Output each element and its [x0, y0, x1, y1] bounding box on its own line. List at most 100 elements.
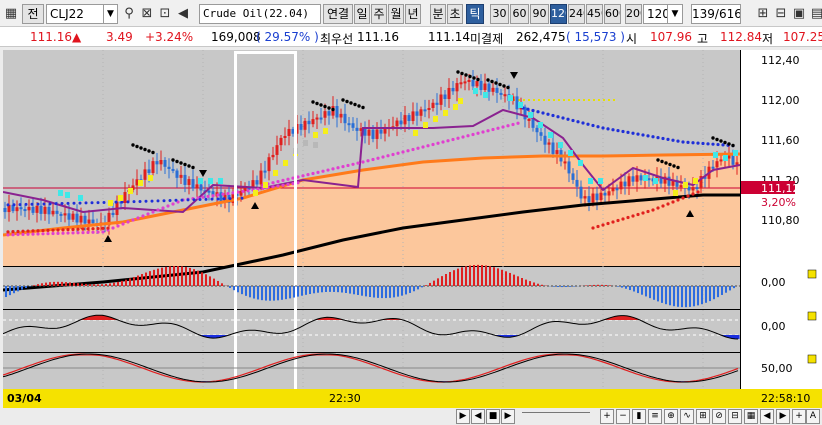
- indicator-button[interactable]: ≡: [648, 409, 662, 424]
- grid-button[interactable]: ▦: [744, 409, 758, 424]
- zoom-slider[interactable]: [522, 412, 590, 420]
- speaker-icon[interactable]: ◀: [174, 4, 192, 24]
- expand-icon[interactable]: ⊞: [754, 4, 772, 24]
- compare-button[interactable]: ⊘: [712, 409, 726, 424]
- best-ask: 111.16: [357, 30, 399, 44]
- indicator-dot: [536, 110, 540, 114]
- candle-body: [31, 206, 35, 213]
- indicator-dot: [126, 220, 130, 224]
- candle-body: [179, 174, 183, 178]
- histogram-bar: [229, 286, 231, 288]
- chart-settings-icon[interactable]: ▦: [2, 4, 20, 24]
- indicator-dot: [56, 231, 60, 235]
- candle-body: [427, 107, 431, 110]
- histogram-bar: [677, 286, 679, 307]
- interval-450[interactable]: 450: [586, 4, 603, 24]
- play-button[interactable]: ▶: [456, 409, 470, 424]
- histogram-bar: [417, 286, 419, 290]
- candle-body: [63, 213, 67, 216]
- histogram-bar: [269, 286, 271, 301]
- link-icon[interactable]: ⊠: [138, 4, 156, 24]
- indicator-dot: [286, 177, 290, 181]
- signal-square: [723, 155, 728, 161]
- tab-tick[interactable]: 틱: [466, 4, 484, 24]
- interval-60[interactable]: 60: [510, 4, 529, 24]
- tab-year[interactable]: 년: [405, 4, 421, 24]
- time-label: 22:30: [329, 392, 361, 405]
- indicator-dot: [460, 71, 464, 76]
- chart-type-button[interactable]: ▮: [632, 409, 646, 424]
- print-icon[interactable]: ⊟: [772, 4, 790, 24]
- tab-day[interactable]: 일: [354, 4, 370, 24]
- input-mode-button[interactable]: 전: [22, 4, 44, 24]
- indicator-dot: [101, 230, 105, 234]
- pane-1-toggle-icon[interactable]: [807, 269, 817, 279]
- indicator-dot: [36, 232, 40, 236]
- save-icon[interactable]: ▣: [790, 4, 808, 24]
- indicator-dot: [481, 130, 485, 134]
- candle-body: [527, 118, 531, 121]
- symbol-dropdown-icon[interactable]: ▼: [103, 4, 118, 24]
- indicator-dot: [586, 122, 590, 126]
- tab-second[interactable]: 초: [447, 4, 463, 24]
- pane-3-toggle-icon[interactable]: [807, 354, 817, 364]
- scroll-right-button[interactable]: ▶: [776, 409, 790, 424]
- histogram-bar: [249, 286, 251, 298]
- signal-square: [283, 160, 288, 166]
- indicator-dot: [201, 195, 205, 199]
- tab-week[interactable]: 주: [371, 4, 387, 24]
- reset-button[interactable]: +: [792, 409, 806, 424]
- scroll-left-button[interactable]: ◀: [760, 409, 774, 424]
- histogram-bar: [321, 286, 323, 293]
- histogram-bar: [461, 267, 463, 286]
- tab-month[interactable]: 월: [388, 4, 404, 24]
- lock-icon[interactable]: ⊡: [156, 4, 174, 24]
- pane-2-toggle-icon[interactable]: [807, 311, 817, 321]
- stop-button[interactable]: ■: [486, 409, 500, 424]
- tab-minute[interactable]: 분: [430, 4, 446, 24]
- fast-forward-button[interactable]: ▶: [501, 409, 515, 424]
- current-price: 111.16▲: [30, 30, 82, 44]
- layout-button[interactable]: ⊟: [728, 409, 742, 424]
- candle-body: [615, 188, 619, 191]
- tools-button[interactable]: ∿: [680, 409, 694, 424]
- candle-body: [415, 111, 419, 116]
- indicator-dot: [315, 101, 319, 106]
- interval-200[interactable]: 200: [625, 4, 642, 24]
- indicator-dot: [54, 202, 58, 206]
- indicator-dot: [161, 206, 165, 210]
- indicator-dot: [66, 201, 70, 205]
- indicator-dot: [150, 199, 154, 203]
- search-icon[interactable]: ⚲: [120, 4, 138, 24]
- scroll-button[interactable]: ⊞: [696, 409, 710, 424]
- interval-120[interactable]: 120: [550, 4, 567, 24]
- interval-30[interactable]: 30: [490, 4, 509, 24]
- price-change: 3.49: [106, 30, 133, 44]
- indicator-dot: [306, 173, 310, 177]
- tab-connect[interactable]: 연결: [323, 4, 353, 24]
- histogram-bar: [325, 286, 327, 293]
- interval-90[interactable]: 90: [530, 4, 549, 24]
- font-button[interactable]: A: [806, 409, 820, 424]
- zoom-out-button[interactable]: −: [616, 409, 630, 424]
- count-dropdown-icon[interactable]: ▼: [667, 4, 683, 24]
- interval-600[interactable]: 600: [604, 4, 621, 24]
- signal-square: [528, 112, 533, 118]
- histogram-bar: [37, 284, 39, 286]
- indicator-dot: [6, 230, 10, 234]
- indicator-dot: [226, 191, 230, 196]
- instrument-name-field[interactable]: Crude Oil(22.04): [199, 4, 321, 24]
- draw-button[interactable]: ⊕: [664, 409, 678, 424]
- price-chart[interactable]: 112,40 112,00 111,60 111,20 110,80 111,1…: [2, 50, 822, 409]
- interval-240[interactable]: 240: [568, 4, 585, 24]
- indicator-dot: [656, 206, 660, 210]
- step-back-button[interactable]: ◀: [471, 409, 485, 424]
- histogram-bar: [477, 264, 479, 286]
- zoom-in-button[interactable]: +: [600, 409, 614, 424]
- indicator-dot: [456, 70, 460, 74]
- histogram-bar: [685, 286, 687, 308]
- config-icon[interactable]: ▤: [808, 4, 822, 24]
- candle-body: [187, 179, 191, 185]
- indicator-dot: [271, 181, 275, 185]
- chart-area[interactable]: 112,40 112,00 111,60 111,20 110,80 111,1…: [2, 50, 822, 409]
